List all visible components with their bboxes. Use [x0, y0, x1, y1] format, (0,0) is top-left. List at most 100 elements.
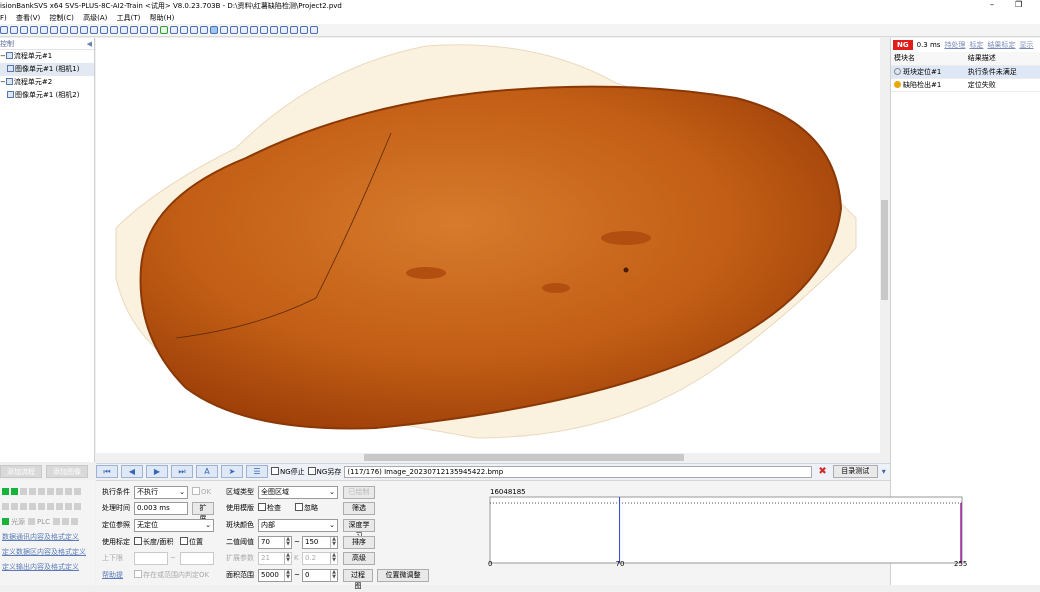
list-icon[interactable]	[280, 26, 288, 34]
list-view-button[interactable]: ☰	[246, 465, 268, 478]
play-icon[interactable]	[110, 26, 118, 34]
pointer-icon[interactable]	[210, 26, 218, 34]
menu-control[interactable]: 控制(C)	[50, 14, 74, 22]
image-viewer[interactable]	[96, 38, 880, 453]
send-icon[interactable]: ➤	[221, 465, 243, 478]
length-area-checkbox[interactable]: 长度/面积	[134, 536, 173, 549]
add-flow-button[interactable]: 添加流程	[0, 464, 42, 478]
position-checkbox[interactable]: 位置	[180, 536, 203, 549]
action-link[interactable]: 结果标定	[987, 40, 1015, 50]
open-icon[interactable]	[10, 26, 18, 34]
collapse-icon[interactable]: ◀	[87, 38, 92, 50]
process-image-button[interactable]: 过程图	[343, 569, 373, 590]
tool-icon[interactable]	[180, 26, 188, 34]
locate-param-select[interactable]: 无定位 ⌄	[134, 519, 214, 532]
last-image-button[interactable]: ⏭	[171, 465, 193, 478]
ignore-checkbox[interactable]: 忽略	[295, 502, 318, 515]
next-image-button[interactable]: ▶	[146, 465, 168, 478]
restore-button[interactable]: ❐	[1015, 0, 1022, 10]
scroll-thumb[interactable]	[364, 454, 684, 461]
area-low-field[interactable]: 5000 ▲ ▼	[258, 569, 292, 582]
tree-item-flow-2[interactable]: − 流程单元#2	[0, 76, 94, 89]
table-icon[interactable]	[270, 26, 278, 34]
dropdown-arrow-icon[interactable]: ▾	[882, 467, 886, 476]
clear-icon[interactable]: ✖	[818, 466, 826, 477]
sort-button[interactable]: 排序	[343, 536, 375, 549]
color-icon[interactable]	[170, 26, 178, 34]
output-format-link[interactable]: 定义输出内容及格式定义	[2, 562, 79, 572]
zoom-out-icon[interactable]	[60, 26, 68, 34]
thresh-low-field[interactable]: 70 ▲ ▼	[258, 536, 292, 549]
expand-button[interactable]: 扩展	[192, 502, 214, 523]
action-link[interactable]: 标定	[969, 40, 983, 50]
settings-icon[interactable]	[190, 26, 198, 34]
menu-tools[interactable]: 工具(T)	[117, 14, 141, 22]
calibrate-icon[interactable]	[150, 26, 158, 34]
menu-file[interactable]: F)	[0, 14, 7, 22]
save-icon[interactable]	[20, 26, 28, 34]
export-icon[interactable]	[290, 26, 298, 34]
dir-test-button[interactable]: 目录测试	[832, 465, 878, 478]
viewer-vertical-scrollbar[interactable]	[880, 38, 889, 453]
first-image-button[interactable]: ⏮	[96, 465, 118, 478]
blob-color-select[interactable]: 内部 ⌄	[258, 519, 338, 532]
action-link[interactable]: 显示	[1019, 40, 1033, 50]
advanced-button[interactable]: 高级	[343, 552, 375, 565]
minimize-button[interactable]: –	[990, 0, 994, 10]
menu-help[interactable]: 帮助(H)	[150, 14, 175, 22]
image-path-field[interactable]: (117/176) Image_20230712135945422.bmp	[344, 465, 813, 478]
viewer-horizontal-scrollbar[interactable]	[96, 453, 880, 462]
action-link[interactable]: 持处理	[944, 40, 965, 50]
check-checkbox[interactable]: 检查	[258, 502, 281, 515]
camera-icon[interactable]	[160, 26, 168, 34]
filter-button[interactable]: 筛选	[343, 502, 375, 515]
position-adjust-button[interactable]: 位置微调整	[377, 569, 429, 582]
area-high-field[interactable]: 0 ▲ ▼	[302, 569, 338, 582]
eye-icon[interactable]	[90, 26, 98, 34]
new-icon[interactable]	[0, 26, 8, 34]
location-icon[interactable]	[230, 26, 238, 34]
crosshair-icon[interactable]	[100, 26, 108, 34]
save-ok-checkbox[interactable]: 存在或范围内判定OK	[134, 569, 209, 582]
exec-cond-select[interactable]: 不执行 ⌄	[134, 486, 188, 499]
tree-item-image-unit-1[interactable]: 图像单元#1 (相机1)	[0, 63, 94, 76]
gear-icon[interactable]	[300, 26, 308, 34]
target-icon[interactable]	[240, 26, 248, 34]
stepper-icon[interactable]: ▲ ▼	[330, 537, 337, 548]
table-row[interactable]: 缺陷检出#1 定位失败	[891, 78, 1040, 92]
text-overlay-button[interactable]: A	[196, 465, 218, 478]
menu-advanced[interactable]: 高级(A)	[83, 14, 107, 22]
deep-learn-button[interactable]: 深度学习	[343, 519, 375, 540]
region-type-select[interactable]: 全图区域 ⌄	[258, 486, 338, 499]
stop-icon[interactable]	[130, 26, 138, 34]
thresh-high-field[interactable]: 150 ▲ ▼	[302, 536, 338, 549]
copy-icon[interactable]	[40, 26, 48, 34]
region-icon[interactable]	[140, 26, 148, 34]
help-link[interactable]: 帮助提	[102, 569, 123, 582]
chart-icon[interactable]	[220, 26, 228, 34]
stepper-icon[interactable]: ▲ ▼	[284, 537, 291, 548]
stepper-icon[interactable]: ▲ ▼	[284, 570, 291, 581]
ng-save-checkbox[interactable]: NG另存	[307, 466, 341, 477]
ng-stop-checkbox[interactable]: NG停止	[271, 466, 305, 477]
pause-icon[interactable]	[120, 26, 128, 34]
zoom-fit-icon[interactable]	[70, 26, 78, 34]
zoom-in-icon[interactable]	[50, 26, 58, 34]
draw-button[interactable]: 已绘制	[343, 486, 375, 499]
zoom-actual-icon[interactable]	[80, 26, 88, 34]
print-icon[interactable]	[250, 26, 258, 34]
stepper-icon[interactable]: ▲ ▼	[330, 570, 337, 581]
add-image-button[interactable]: 添加图像	[46, 464, 88, 478]
tree-item-flow-1[interactable]: − 流程单元#1	[0, 50, 94, 63]
save-as-icon[interactable]	[30, 26, 38, 34]
table-row[interactable]: 斑块定位#1 执行条件未满足	[891, 65, 1040, 79]
layout-icon[interactable]	[200, 26, 208, 34]
prev-image-button[interactable]: ◀	[121, 465, 143, 478]
menu-view[interactable]: 查看(V)	[16, 14, 40, 22]
data-area-link[interactable]: 定义数据区内容及格式定义	[2, 547, 86, 557]
refresh-icon[interactable]	[260, 26, 268, 34]
tree-item-image-unit-2[interactable]: 图像单元#1 (相机2)	[0, 89, 94, 102]
data-comm-link[interactable]: 数据通讯内容及格式定义	[2, 532, 79, 542]
ok-checkbox[interactable]: OK	[192, 486, 211, 499]
scroll-thumb[interactable]	[881, 200, 888, 300]
